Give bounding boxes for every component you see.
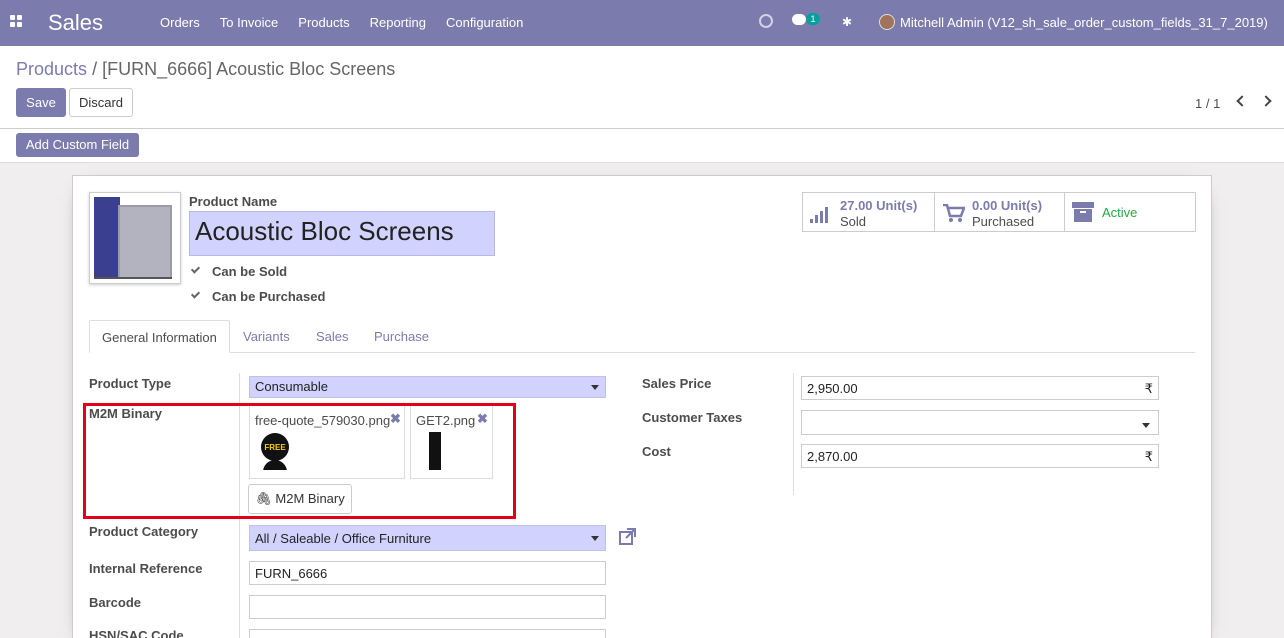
hsn-sac-code-label: HSN/SAC Code <box>89 628 184 638</box>
activity-clock-icon[interactable] <box>759 14 773 28</box>
customer-taxes-label: Customer Taxes <box>642 410 743 425</box>
tab-general-information[interactable]: General Information <box>89 320 230 353</box>
menu-orders[interactable]: Orders <box>160 15 200 30</box>
app-brand[interactable]: Sales <box>48 10 103 36</box>
sold-value: 27.00 Unit(s) <box>840 198 918 213</box>
breadcrumb-products[interactable]: Products <box>16 59 87 79</box>
product-type-caret-icon <box>591 385 599 390</box>
bar-chart-icon <box>810 207 828 223</box>
cost-value: 2,870.00 <box>807 449 858 464</box>
product-image[interactable] <box>89 192 181 284</box>
menu-configuration[interactable]: Configuration <box>446 15 523 30</box>
product-category-label: Product Category <box>89 524 199 539</box>
top-navbar: Sales Orders To Invoice Products Reporti… <box>0 0 1284 46</box>
form-tabs: General Information Variants Sales Purch… <box>89 320 1195 353</box>
apps-menu-icon[interactable] <box>10 15 24 29</box>
cost-label: Cost <box>642 444 671 459</box>
debug-bug-icon[interactable]: ✱ <box>842 15 852 29</box>
product-type-label: Product Type <box>89 376 172 391</box>
purchased-label: Purchased <box>972 214 1035 229</box>
pager-value[interactable]: 1 / 1 <box>1195 96 1220 111</box>
user-menu[interactable]: Mitchell Admin (V12_sh_sale_order_custom… <box>900 15 1268 30</box>
chat-count-badge: 1 <box>806 13 820 25</box>
sales-price-input[interactable]: 2,950.00 ₹ <box>801 376 1159 400</box>
acoustic-screen-icon <box>94 197 172 279</box>
discard-button[interactable]: Discard <box>69 88 133 117</box>
user-avatar[interactable] <box>879 14 895 30</box>
breadcrumb: Products / [FURN_6666] Acoustic Bloc Scr… <box>16 59 395 80</box>
barcode-label: Barcode <box>89 595 142 610</box>
internal-reference-input[interactable]: FURN_6666 <box>249 561 606 585</box>
external-link-icon[interactable] <box>618 527 638 547</box>
product-type-select[interactable]: Consumable <box>249 376 606 398</box>
can-be-purchased-label: Can be Purchased <box>212 289 326 304</box>
product-name-input[interactable]: Acoustic Bloc Screens <box>189 211 495 256</box>
sales-price-value: 2,950.00 <box>807 381 858 396</box>
shopping-cart-icon <box>943 204 965 222</box>
customer-taxes-select[interactable] <box>801 410 1159 435</box>
internal-reference-label: Internal Reference <box>89 561 203 576</box>
tab-purchase[interactable]: Purchase <box>362 320 441 353</box>
rupee-currency-symbol: ₹ <box>1144 381 1153 396</box>
sold-label: Sold <box>840 214 867 229</box>
product-category-value: All / Saleable / Office Furniture <box>255 531 432 546</box>
breadcrumb-separator: / <box>92 59 98 79</box>
custom-field-bar: Add Custom Field <box>0 129 1284 163</box>
can-be-purchased-checkbox[interactable] <box>190 290 201 301</box>
purchased-value: 0.00 Unit(s) <box>972 198 1043 213</box>
menu-reporting[interactable]: Reporting <box>370 15 426 30</box>
customer-taxes-caret-icon <box>1142 423 1150 428</box>
can-be-sold-label: Can be Sold <box>212 264 288 279</box>
product-category-caret-icon <box>591 536 599 541</box>
can-be-sold-checkbox[interactable] <box>190 265 201 276</box>
rupee-currency-symbol: ₹ <box>1144 449 1153 464</box>
active-toggle-button[interactable]: Active <box>1064 192 1196 232</box>
main-menu: Orders To Invoice Products Reporting Con… <box>150 15 533 30</box>
highlight-box <box>83 403 516 519</box>
form-sheet: Product Name Acoustic Bloc Screens Can b… <box>72 175 1212 638</box>
pager-previous-icon[interactable] <box>1236 95 1248 107</box>
breadcrumb-current: [FURN_6666] Acoustic Bloc Screens <box>102 59 396 79</box>
tab-sales[interactable]: Sales <box>304 320 361 353</box>
chat-icon[interactable] <box>792 14 806 25</box>
product-category-select[interactable]: All / Saleable / Office Furniture <box>249 525 606 551</box>
product-type-value: Consumable <box>255 379 328 394</box>
cost-input[interactable]: 2,870.00 ₹ <box>801 444 1159 468</box>
archive-box-icon <box>1072 202 1094 222</box>
control-panel: Products / [FURN_6666] Acoustic Bloc Scr… <box>0 46 1284 129</box>
tab-variants[interactable]: Variants <box>231 320 302 353</box>
barcode-input[interactable] <box>249 595 606 619</box>
purchased-stat-button[interactable]: 0.00 Unit(s) Purchased <box>934 192 1065 232</box>
save-button[interactable]: Save <box>16 88 66 117</box>
hsn-sac-code-input[interactable] <box>249 629 606 638</box>
right-column-divider <box>793 373 794 495</box>
pager-next-icon[interactable] <box>1260 95 1272 107</box>
product-name-label: Product Name <box>189 194 278 209</box>
sold-stat-button[interactable]: 27.00 Unit(s) Sold <box>802 192 935 232</box>
add-custom-field-button[interactable]: Add Custom Field <box>16 133 139 157</box>
menu-products[interactable]: Products <box>298 15 349 30</box>
sales-price-label: Sales Price <box>642 376 712 391</box>
active-label: Active <box>1102 205 1138 220</box>
menu-to-invoice[interactable]: To Invoice <box>220 15 279 30</box>
